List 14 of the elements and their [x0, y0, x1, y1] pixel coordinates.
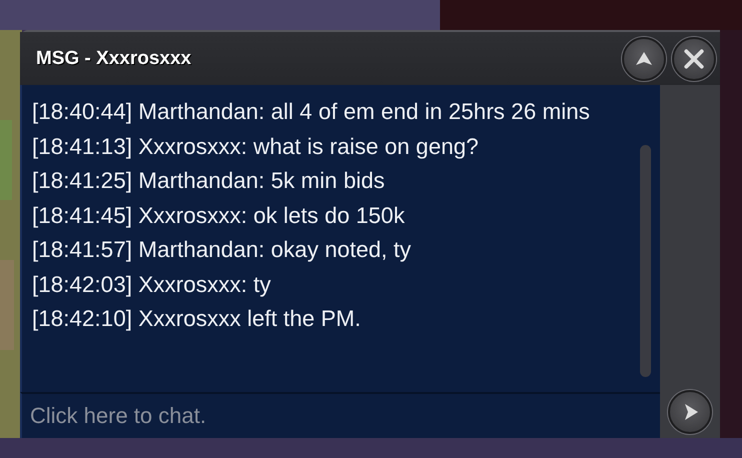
- chat-message: [18:41:45] Xxxrosxxx: ok lets do 150k: [32, 202, 406, 230]
- chat-message: [18:41:57] Marthandan: okay noted, ty: [32, 236, 412, 264]
- scrollbar-thumb[interactable]: [640, 145, 651, 377]
- close-icon: [683, 48, 705, 70]
- window-title: MSG - Xxxrosxxx: [36, 48, 192, 70]
- chat-message: [18:42:03] Xxxrosxxx: ty: [32, 270, 272, 299]
- chat-message: [18:40:44] Marthandan: all 4 of em end in 25hrs 26 mins: [32, 98, 591, 126]
- chat-input-field[interactable]: Click here to chat.: [20, 392, 660, 438]
- chat-message: [18:42:10] Xxxrosxxx left the PM.: [32, 305, 362, 333]
- chat-message: [18:41:25] Marthandan: 5k min bids: [32, 167, 386, 195]
- chat-message: [18:41:13] Xxxrosxxx: what is raise on geng?: [32, 132, 480, 161]
- close-button[interactable]: [672, 36, 716, 80]
- send-button[interactable]: [668, 390, 712, 434]
- collapse-button[interactable]: [622, 36, 666, 80]
